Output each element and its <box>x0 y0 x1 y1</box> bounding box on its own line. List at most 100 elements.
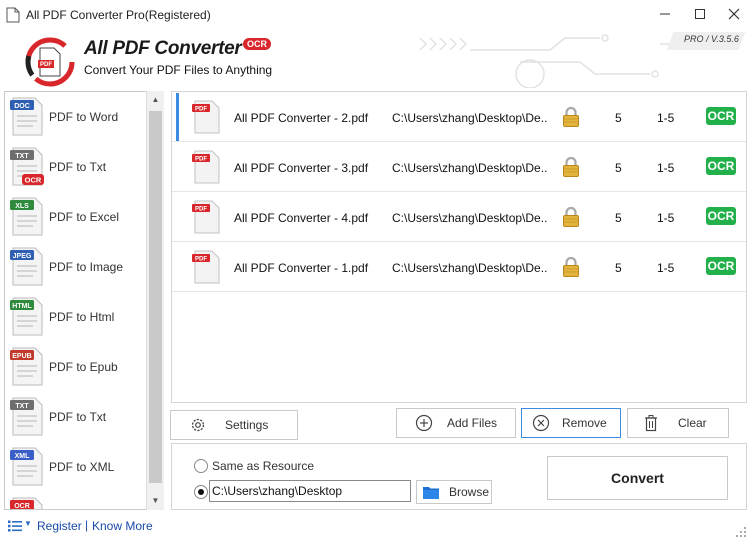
file-path: C:\Users\zhang\Desktop\De... <box>392 111 547 125</box>
ocr-icon: OCR <box>10 497 43 510</box>
settings-button[interactable]: Settings <box>170 410 298 440</box>
ocr-button[interactable]: OCR <box>706 257 736 275</box>
svg-text:DOC: DOC <box>14 103 30 110</box>
format-item[interactable]: TXT OCR PDF to Txt <box>5 142 150 192</box>
format-item[interactable]: XML PDF to XML <box>5 442 150 492</box>
image-icon: JPEG <box>10 247 43 286</box>
format-item[interactable]: JPEG PDF to Image <box>5 242 150 292</box>
file-name: All PDF Converter - 4.pdf <box>234 211 369 225</box>
maximize-icon <box>695 9 705 19</box>
format-list: DOC PDF to Word TXT OCR PDF to Txt XLS PDF to … <box>4 91 164 510</box>
svg-text:PDF: PDF <box>195 157 207 163</box>
svg-text:TXT: TXT <box>15 153 29 160</box>
app-tagline: Convert Your PDF Files to Anything <box>84 63 273 77</box>
file-name: All PDF Converter - 1.pdf <box>234 261 369 275</box>
custom-folder-radio[interactable] <box>194 485 208 499</box>
window-title: All PDF Converter Pro(Registered) <box>26 8 211 22</box>
list-menu-icon[interactable] <box>8 520 22 532</box>
minimize-button[interactable] <box>648 0 682 28</box>
svg-text:HTML: HTML <box>12 303 32 310</box>
trash-icon <box>645 415 657 432</box>
lock-icon[interactable] <box>562 256 580 278</box>
xml-icon: XML <box>10 447 43 486</box>
format-item[interactable]: DOC PDF to Word <box>5 92 150 142</box>
format-label: PDF to Epub <box>49 360 118 374</box>
scrollbar-thumb[interactable] <box>149 111 162 483</box>
add-files-label: Add Files <box>447 416 498 430</box>
file-pages: 5 <box>615 211 622 225</box>
add-files-button[interactable]: Add Files <box>396 408 516 438</box>
pdf-file-icon: PDF <box>192 250 220 284</box>
file-range: 1-5 <box>657 211 675 225</box>
folder-icon <box>423 486 439 499</box>
minimize-icon <box>660 13 670 15</box>
file-row[interactable]: PDF All PDF Converter - 1.pdf C:\Users\zha… <box>172 242 746 292</box>
svg-text:PDF: PDF <box>195 257 207 263</box>
file-list: PDF All PDF Converter - 2.pdf C:\Users\zha… <box>171 91 747 403</box>
ocr-button[interactable]: OCR <box>706 207 736 225</box>
svg-text:OCR: OCR <box>25 176 42 185</box>
format-item[interactable]: EPUB PDF to Epub <box>5 342 150 392</box>
close-icon <box>728 8 740 20</box>
lock-icon[interactable] <box>562 206 580 228</box>
file-row[interactable]: PDF All PDF Converter - 2.pdf C:\Users\zha… <box>172 92 746 142</box>
browse-button[interactable]: Browse <box>416 480 492 504</box>
html-icon: HTML <box>10 297 43 336</box>
txt-ocr-icon: TXT OCR <box>10 147 44 186</box>
format-item[interactable]: HTML PDF to Html <box>5 292 150 342</box>
file-name: All PDF Converter - 2.pdf <box>234 111 369 125</box>
same-as-resource-radio[interactable] <box>194 459 208 473</box>
same-as-resource-label[interactable]: Same as Resource <box>212 459 314 473</box>
format-item[interactable]: OCR <box>5 492 150 510</box>
file-pages: 5 <box>615 161 622 175</box>
svg-text:PDF: PDF <box>40 62 52 68</box>
format-item[interactable]: TXT PDF to Txt <box>5 392 150 442</box>
header-ocr-badge: OCR <box>243 38 271 50</box>
svg-text:TXT: TXT <box>15 403 29 410</box>
app-header: PDF All PDF Converter OCR Convert Your P… <box>0 30 750 88</box>
lock-icon[interactable] <box>562 156 580 178</box>
lock-icon[interactable] <box>562 106 580 128</box>
close-button[interactable] <box>717 0 750 28</box>
file-row[interactable]: PDF All PDF Converter - 3.pdf C:\Users\zha… <box>172 142 746 192</box>
convert-label: Convert <box>611 470 664 486</box>
x-circle-icon <box>532 414 550 432</box>
txt-icon: TXT <box>10 397 43 436</box>
resize-grip-icon[interactable] <box>736 527 746 537</box>
file-pages: 5 <box>615 261 622 275</box>
svg-text:EPUB: EPUB <box>12 353 31 360</box>
format-list-scrollbar[interactable]: ▲ ▼ <box>146 91 164 510</box>
format-label: PDF to Txt <box>49 410 107 424</box>
svg-text:OCR: OCR <box>14 503 30 510</box>
register-link[interactable]: Register <box>37 519 82 533</box>
format-label: PDF to Txt <box>49 160 107 174</box>
scroll-up-arrow[interactable]: ▲ <box>147 91 164 107</box>
ocr-button[interactable]: OCR <box>706 157 736 175</box>
scroll-down-arrow[interactable]: ▼ <box>147 492 164 508</box>
maximize-button[interactable] <box>683 0 717 28</box>
excel-icon: XLS <box>10 197 43 236</box>
file-path: C:\Users\zhang\Desktop\De... <box>392 211 547 225</box>
status-footer: ▼ Register | Know More <box>0 513 750 540</box>
output-settings-panel: Same as Resource Browse Convert <box>171 443 747 510</box>
chevron-down-icon[interactable]: ▼ <box>24 519 32 528</box>
selection-indicator <box>176 93 179 141</box>
app-icon <box>6 7 20 23</box>
convert-button[interactable]: Convert <box>547 456 728 500</box>
file-range: 1-5 <box>657 261 675 275</box>
remove-button[interactable]: Remove <box>521 408 621 438</box>
clear-label: Clear <box>678 416 707 430</box>
format-label: PDF to XML <box>49 460 115 474</box>
file-row[interactable]: PDF All PDF Converter - 4.pdf C:\Users\zha… <box>172 192 746 242</box>
ocr-button[interactable]: OCR <box>706 107 736 125</box>
footer-separator: | <box>85 518 89 532</box>
format-item[interactable]: XLS PDF to Excel <box>5 192 150 242</box>
output-path-input[interactable] <box>209 480 411 502</box>
file-pages: 5 <box>615 111 622 125</box>
svg-text:XML: XML <box>15 453 31 460</box>
title-bar: All PDF Converter Pro(Registered) <box>0 0 750 30</box>
format-label: PDF to Word <box>49 110 119 124</box>
know-more-link[interactable]: Know More <box>92 519 153 533</box>
clear-button[interactable]: Clear <box>627 408 729 438</box>
file-path: C:\Users\zhang\Desktop\De... <box>392 161 547 175</box>
